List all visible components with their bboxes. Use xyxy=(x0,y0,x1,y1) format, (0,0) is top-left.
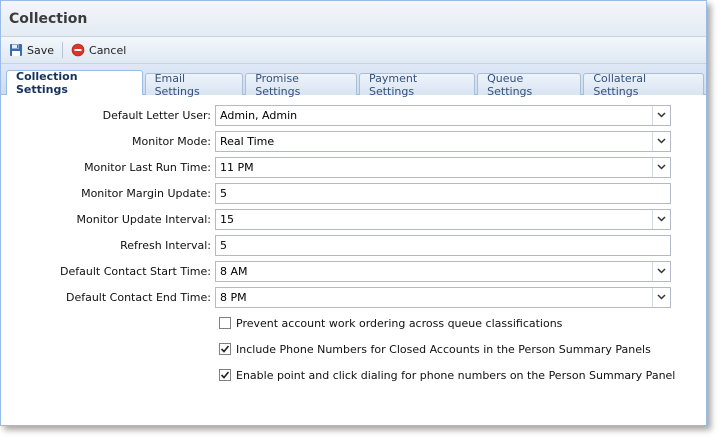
monitor-margin-update-label: Monitor Margin Update: xyxy=(81,186,211,200)
title-bar: Collection xyxy=(1,1,706,37)
form-row-monitor-last-run-time: Monitor Last Run Time: 11 PM xyxy=(1,154,706,180)
cancel-label: Cancel xyxy=(89,43,127,57)
form-row-monitor-margin-update: Monitor Margin Update: 5 xyxy=(1,180,706,206)
default-contact-start-time-combo[interactable]: 8 AM xyxy=(215,260,671,282)
refresh-interval-value: 5 xyxy=(220,238,227,252)
cancel-icon xyxy=(71,43,85,57)
form-row-default-contact-end-time: Default Contact End Time: 8 PM xyxy=(1,284,706,310)
monitor-mode-value: Real Time xyxy=(220,134,275,148)
prevent-work-ordering-row: Prevent account work ordering across que… xyxy=(1,310,706,336)
prevent-work-ordering-label: Prevent account work ordering across que… xyxy=(236,316,563,330)
chevron-down-icon xyxy=(657,268,666,274)
include-phone-numbers-row: Include Phone Numbers for Closed Account… xyxy=(1,336,706,362)
monitor-last-run-time-label: Monitor Last Run Time: xyxy=(84,160,211,174)
refresh-interval-input[interactable]: 5 xyxy=(215,234,671,256)
checkmark-icon xyxy=(220,345,230,353)
enable-click-dialing-checkbox[interactable] xyxy=(219,369,231,381)
toolbar-separator xyxy=(62,42,64,58)
default-contact-end-time-dropdown[interactable] xyxy=(652,287,670,307)
chevron-down-icon xyxy=(657,164,666,170)
monitor-update-interval-label: Monitor Update Interval: xyxy=(76,212,211,226)
default-letter-user-value: Admin, Admin xyxy=(220,108,298,122)
monitor-last-run-time-value: 11 PM xyxy=(220,160,254,174)
form-row-monitor-mode: Monitor Mode: Real Time xyxy=(1,128,706,154)
default-contact-start-time-label: Default Contact Start Time: xyxy=(60,264,211,278)
monitor-update-interval-value: 15 xyxy=(220,212,234,226)
collection-window: Collection Save Cancel Collection Settin… xyxy=(0,0,707,426)
monitor-margin-update-value: 5 xyxy=(220,186,227,200)
monitor-margin-update-input[interactable]: 5 xyxy=(215,182,671,204)
collection-settings-form: Default Letter User: Admin, Admin Monito… xyxy=(1,95,706,388)
form-row-refresh-interval: Refresh Interval: 5 xyxy=(1,232,706,258)
chevron-down-icon xyxy=(657,216,666,222)
default-letter-user-label: Default Letter User: xyxy=(102,108,211,122)
monitor-last-run-time-combo[interactable]: 11 PM xyxy=(215,156,671,178)
default-contact-end-time-value: 8 PM xyxy=(220,290,247,304)
tab-queue-settings[interactable]: Queue Settings xyxy=(477,72,582,98)
floppy-disk-icon xyxy=(10,44,22,56)
tab-promise-settings[interactable]: Promise Settings xyxy=(245,72,357,98)
default-letter-user-combo[interactable]: Admin, Admin xyxy=(215,104,671,126)
chevron-down-icon xyxy=(657,112,666,118)
prevent-work-ordering-checkbox[interactable] xyxy=(219,317,231,329)
monitor-mode-label: Monitor Mode: xyxy=(132,134,211,148)
window-title: Collection xyxy=(9,10,88,27)
default-contact-start-time-value: 8 AM xyxy=(220,264,248,278)
cancel-button[interactable]: Cancel xyxy=(67,39,130,61)
default-letter-user-dropdown[interactable] xyxy=(652,105,670,125)
enable-click-dialing-label: Enable point and click dialing for phone… xyxy=(236,368,676,382)
monitor-update-interval-combo[interactable]: 15 xyxy=(215,208,671,230)
tab-collection-settings[interactable]: Collection Settings xyxy=(6,70,143,96)
chevron-down-icon xyxy=(657,294,666,300)
refresh-interval-label: Refresh Interval: xyxy=(120,238,211,252)
tab-email-settings[interactable]: Email Settings xyxy=(144,72,244,98)
form-row-monitor-update-interval: Monitor Update Interval: 15 xyxy=(1,206,706,232)
save-button[interactable]: Save xyxy=(5,39,58,61)
chevron-down-icon xyxy=(657,138,666,144)
form-row-default-contact-start-time: Default Contact Start Time: 8 AM xyxy=(1,258,706,284)
save-label: Save xyxy=(27,43,55,57)
include-phone-numbers-checkbox[interactable] xyxy=(219,343,231,355)
checkmark-icon xyxy=(220,371,230,379)
monitor-last-run-time-dropdown[interactable] xyxy=(652,157,670,177)
default-contact-end-time-label: Default Contact End Time: xyxy=(65,290,211,304)
settings-tab-strip: Collection Settings Email Settings Promi… xyxy=(1,64,706,98)
enable-click-dialing-row: Enable point and click dialing for phone… xyxy=(1,362,706,388)
default-contact-start-time-dropdown[interactable] xyxy=(652,261,670,281)
toolbar: Save Cancel xyxy=(1,37,706,64)
include-phone-numbers-label: Include Phone Numbers for Closed Account… xyxy=(236,342,651,356)
tab-payment-settings[interactable]: Payment Settings xyxy=(358,72,476,98)
tab-collateral-settings[interactable]: Collateral Settings xyxy=(583,72,704,98)
default-contact-end-time-combo[interactable]: 8 PM xyxy=(215,286,671,308)
form-row-default-letter-user: Default Letter User: Admin, Admin xyxy=(1,102,706,128)
monitor-mode-dropdown[interactable] xyxy=(652,131,670,151)
monitor-mode-combo[interactable]: Real Time xyxy=(215,130,671,152)
monitor-update-interval-dropdown[interactable] xyxy=(652,209,670,229)
